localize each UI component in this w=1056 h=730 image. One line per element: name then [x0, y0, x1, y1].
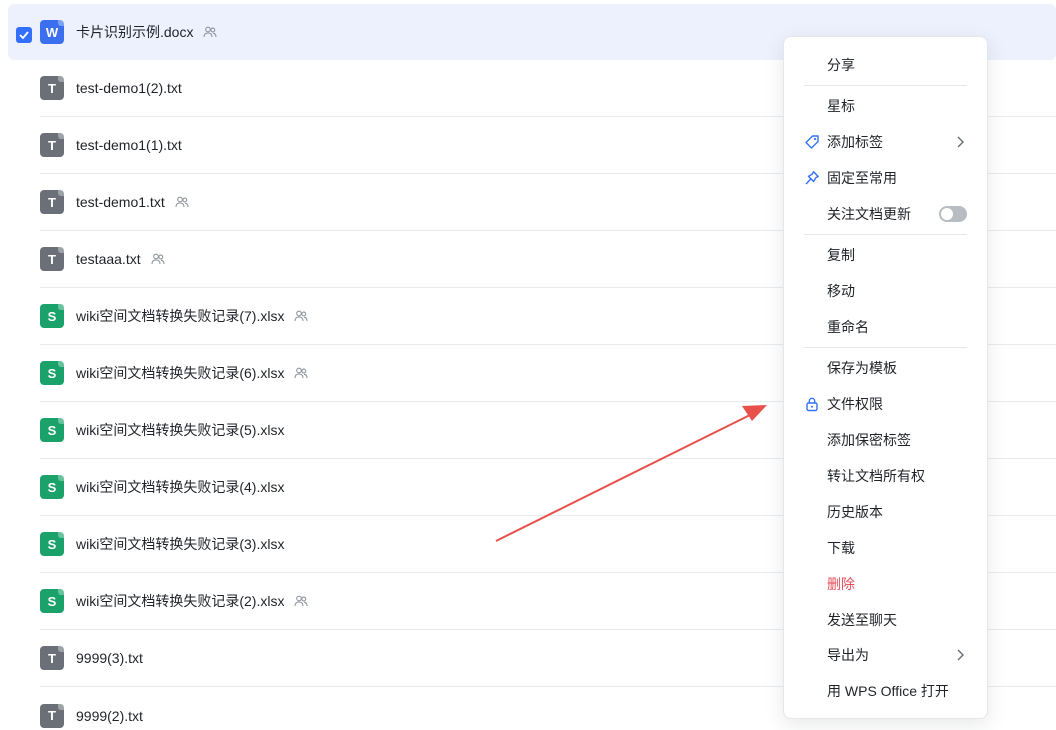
menu-item-label: 导出为	[827, 647, 869, 663]
menu-item-label: 文件权限	[827, 396, 883, 412]
menu-item-transfer-ownership[interactable]: 转让文档所有权	[784, 458, 987, 494]
menu-item-label: 添加保密标签	[827, 432, 911, 448]
menu-item-open-with-wps[interactable]: 用 WPS Office 打开	[784, 673, 987, 709]
sheet-file-icon: S	[40, 532, 64, 556]
menu-item-label: 重命名	[827, 319, 869, 335]
menu-item-label: 转让文档所有权	[827, 468, 925, 484]
file-name[interactable]: wiki空间文档转换失败记录(6).xlsx	[76, 363, 284, 383]
txt-file-icon: T	[40, 190, 64, 214]
sheet-file-icon: S	[40, 589, 64, 613]
lock-icon	[804, 396, 820, 412]
txt-file-icon: T	[40, 646, 64, 670]
txt-file-icon: T	[40, 76, 64, 100]
menu-item-export-as[interactable]: 导出为	[784, 637, 987, 673]
menu-item-label: 删除	[827, 576, 855, 592]
file-name[interactable]: test-demo1(1).txt	[76, 137, 182, 153]
tag-icon	[804, 134, 820, 150]
chevron-right-icon	[957, 649, 964, 661]
menu-item-label: 分享	[827, 57, 855, 73]
menu-item-file-permission[interactable]: 文件权限	[784, 386, 987, 422]
menu-item-history[interactable]: 历史版本	[784, 494, 987, 530]
menu-item-share[interactable]: 分享	[784, 47, 987, 83]
file-name[interactable]: wiki空间文档转换失败记录(5).xlsx	[76, 420, 284, 440]
menu-item-label: 复制	[827, 247, 855, 263]
shared-users-icon	[294, 366, 309, 380]
file-name[interactable]: 9999(3).txt	[76, 650, 143, 666]
file-name[interactable]: 卡片识别示例.docx	[76, 22, 193, 42]
file-name[interactable]: test-demo1.txt	[76, 194, 165, 210]
menu-item-label: 固定至常用	[827, 170, 897, 186]
menu-item-label: 保存为模板	[827, 360, 897, 376]
file-name[interactable]: wiki空间文档转换失败记录(7).xlsx	[76, 306, 284, 326]
menu-item-send-to-chat[interactable]: 发送至聊天	[784, 602, 987, 638]
context-menu: 分享 星标 添加标签 固定至常用 关注文档更新 复制 移动 重命名 保存为模板	[783, 36, 988, 719]
menu-item-label: 历史版本	[827, 504, 883, 520]
menu-item-label: 关注文档更新	[827, 206, 911, 222]
sheet-file-icon: S	[40, 418, 64, 442]
menu-divider	[804, 85, 967, 86]
txt-file-icon: T	[40, 247, 64, 271]
menu-divider	[804, 347, 967, 348]
chevron-right-icon	[957, 136, 964, 148]
sheet-file-icon: S	[40, 475, 64, 499]
follow-updates-toggle[interactable]	[939, 206, 967, 222]
shared-users-icon	[175, 195, 189, 209]
check-icon	[19, 31, 29, 39]
menu-item-download[interactable]: 下载	[784, 530, 987, 566]
menu-item-pin[interactable]: 固定至常用	[784, 160, 987, 196]
menu-item-move[interactable]: 移动	[784, 273, 987, 309]
file-name[interactable]: wiki空间文档转换失败记录(2).xlsx	[76, 591, 284, 611]
file-name[interactable]: wiki空间文档转换失败记录(3).xlsx	[76, 534, 284, 554]
shared-users-icon	[151, 252, 165, 266]
pin-icon	[804, 170, 820, 186]
txt-file-icon: T	[40, 703, 64, 728]
menu-item-save-as-template[interactable]: 保存为模板	[784, 350, 987, 386]
shared-users-icon	[294, 309, 309, 323]
shared-users-icon	[203, 25, 218, 39]
file-name[interactable]: wiki空间文档转换失败记录(4).xlsx	[76, 477, 284, 497]
menu-item-add-secret-tag[interactable]: 添加保密标签	[784, 422, 987, 458]
menu-item-add-tag[interactable]: 添加标签	[784, 124, 987, 160]
menu-item-star[interactable]: 星标	[784, 88, 987, 124]
txt-file-icon: T	[40, 133, 64, 157]
menu-divider	[804, 234, 967, 235]
menu-item-label: 添加标签	[827, 134, 883, 150]
menu-item-follow-updates[interactable]: 关注文档更新	[784, 196, 987, 232]
menu-item-rename[interactable]: 重命名	[784, 309, 987, 345]
menu-item-label: 发送至聊天	[827, 612, 897, 628]
file-name[interactable]: testaaa.txt	[76, 251, 141, 267]
word-file-icon: W	[40, 20, 64, 44]
file-name[interactable]: test-demo1(2).txt	[76, 80, 182, 96]
sheet-file-icon: S	[40, 361, 64, 385]
row-checkbox[interactable]	[16, 27, 32, 43]
menu-item-copy[interactable]: 复制	[784, 237, 987, 273]
menu-item-label: 用 WPS Office 打开	[827, 683, 949, 699]
menu-item-label: 下载	[827, 540, 855, 556]
file-name[interactable]: 9999(2).txt	[76, 708, 143, 724]
menu-item-delete[interactable]: 删除	[784, 566, 987, 602]
menu-item-label: 星标	[827, 98, 855, 114]
sheet-file-icon: S	[40, 304, 64, 328]
shared-users-icon	[294, 594, 309, 608]
menu-item-label: 移动	[827, 283, 855, 299]
